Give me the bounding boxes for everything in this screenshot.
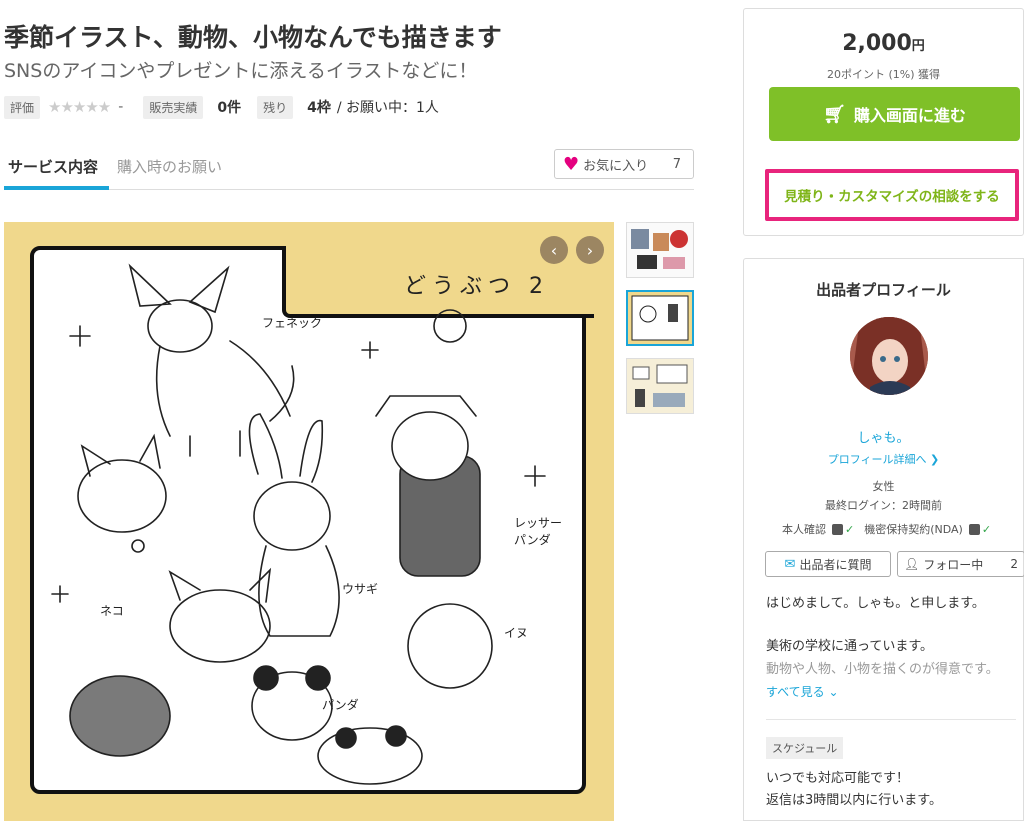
follow-label: フォロー中 (923, 557, 984, 572)
schedule-line: いつでも対応可能です！ (766, 771, 910, 786)
remaining-tag: 残り (257, 95, 294, 119)
service-meta: 評価 ★★★★★ - 販売実績 0件 残り 4枠 / お願い中：1人 (4, 95, 439, 119)
verification-row: 本人確認 ✓ 機密保持契約(NDA) ✓ (782, 521, 991, 537)
seller-gender: 女性 (872, 480, 895, 493)
tab-purchase-request[interactable]: 購入時のお願い (117, 156, 222, 177)
check-icon: ✓ (981, 522, 992, 536)
label-dog: イヌ (504, 626, 529, 640)
lock-icon (968, 523, 980, 535)
seller-name[interactable]: しゃも。 (744, 427, 1023, 446)
bio-line: はじめまして。しゃも。と申します。 (766, 596, 985, 611)
seller-profile-panel: 出品者プロフィール しゃも。 プロフィール詳細へ ❯ 女性 最終ログイン：2時間… (743, 258, 1024, 821)
profile-detail-label: プロフィール詳細へ (827, 453, 927, 466)
price-value: 2,000 (842, 31, 912, 56)
see-all-link[interactable]: すべて見る ⌄ (766, 683, 839, 700)
price: 2,000円 (744, 31, 1023, 56)
price-currency: 円 (911, 39, 925, 54)
sales-value: 0件 (217, 100, 242, 116)
consult-button[interactable]: 見積り・カスタマイズの相談をする (765, 169, 1019, 221)
profile-detail-link[interactable]: プロフィール詳細へ ❯ (744, 451, 1023, 467)
thumbnail-1[interactable] (626, 222, 694, 278)
service-subtitle: SNSのアイコンやプレゼントに添えるイラストなどに！ (4, 60, 478, 82)
label-cat: ネコ (100, 604, 124, 618)
cart-icon: 🛒︎ (823, 103, 846, 125)
id-card-icon (832, 523, 843, 535)
favorite-label: お気に入り (583, 158, 649, 174)
rating-value: - (118, 99, 124, 115)
profile-title: 出品者プロフィール (816, 281, 951, 299)
buy-label: 購入画面に進む (853, 106, 966, 125)
in-progress-text: / お願い中：1人 (336, 100, 439, 116)
thumbnail-list (626, 222, 694, 426)
divider (766, 719, 1016, 720)
ask-seller-button[interactable]: ✉ 出品者に質問 (765, 551, 891, 577)
last-login: 最終ログイン：2時間前 (825, 499, 942, 512)
label-fennec: フェネック (262, 316, 323, 330)
chevron-down-icon: ⌄ (828, 685, 839, 699)
schedule-tag: スケジュール (766, 737, 844, 759)
identity-label: 本人確認 (782, 523, 826, 536)
favorite-count: 7 (672, 156, 681, 172)
sales-tag: 販売実績 (143, 95, 204, 119)
follow-button[interactable]: 👤︎ フォロー中 2 (897, 551, 1024, 577)
rating-stars: ★★★★★ (48, 98, 111, 116)
service-main-image[interactable]: どうぶつ 2 ‹ › フェネック レッサーパンダ ウサギ ネコ イヌ パンダ (4, 222, 614, 821)
ask-label: 出品者に質問 (799, 557, 872, 572)
label-red-panda: レッサーパンダ (514, 516, 563, 547)
mail-icon: ✉ (784, 556, 796, 572)
tab-service-content[interactable]: サービス内容 (8, 156, 98, 177)
favorite-button[interactable]: ♥ お気に入り 7 (554, 149, 694, 179)
schedule-line: 返信は3時間以内に行います。 (766, 793, 942, 808)
see-all-label: すべて見る (766, 685, 825, 699)
service-title: 季節イラスト、動物、小物なんでも描きます (4, 23, 502, 52)
label-rabbit: ウサギ (342, 582, 379, 596)
nda-label: 機密保持契約(NDA) (864, 523, 963, 536)
chevron-right-icon: ❯ (930, 453, 940, 466)
thumbnail-3[interactable] (626, 358, 694, 414)
heart-icon: ♥ (563, 153, 580, 175)
rating-tag: 評価 (4, 95, 41, 119)
active-tab-indicator (4, 186, 109, 190)
purchase-panel: 2,000円 20ポイント (1%) 獲得 🛒︎ 購入画面に進む 見積り・カスタ… (743, 8, 1024, 236)
follow-user-icon: 👤︎ (904, 557, 920, 571)
bio-line: 美術の学校に通っています。 (766, 639, 934, 654)
points-earned: 20ポイント (1%) 獲得 (826, 68, 941, 81)
check-icon: ✓ (845, 522, 855, 536)
follow-count: 2 (1010, 557, 1018, 571)
remaining-value: 4枠 (307, 100, 331, 116)
bio-line-faded: 動物や人物、小物を描くのが得意です。 (766, 662, 999, 677)
label-panda: パンダ (322, 698, 359, 712)
buy-button[interactable]: 🛒︎ 購入画面に進む (769, 87, 1020, 141)
avatar[interactable] (850, 317, 928, 395)
thumbnail-2[interactable] (626, 290, 694, 346)
